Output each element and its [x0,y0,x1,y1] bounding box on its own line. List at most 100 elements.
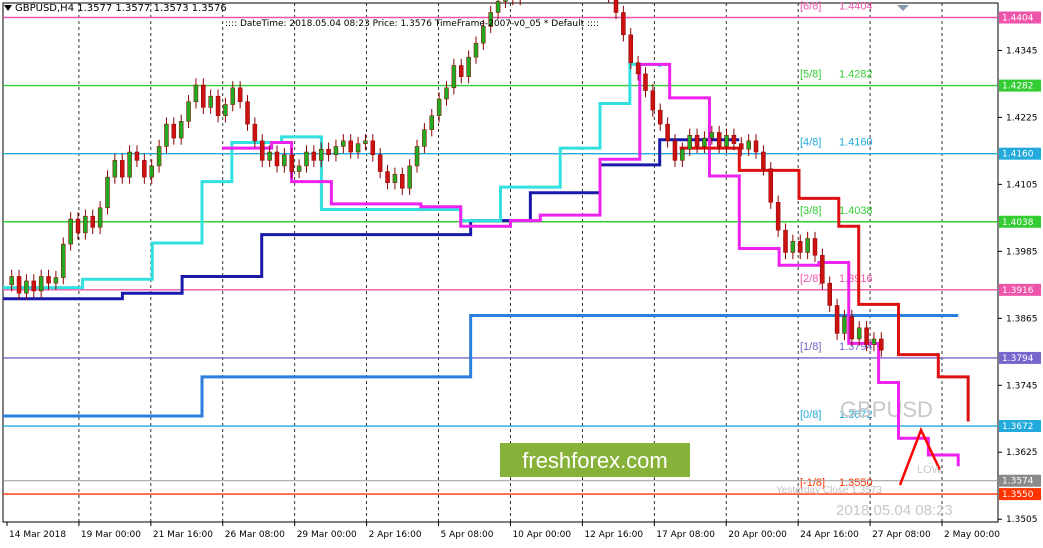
candle-body [702,137,707,147]
candle-body [260,140,265,161]
candle-body [38,276,44,292]
candle-body [657,109,663,125]
yesterday-close: Yesterday Close 1.3573 [776,485,882,496]
candle-body [790,241,796,253]
murrey-value: 1.4282 [839,69,873,81]
y-tick-label: 1.3865 [1006,314,1038,324]
candle-body [245,101,250,125]
candle-body [311,151,317,161]
candle-body [267,151,272,161]
candle-body [193,84,199,103]
candle-body [208,95,213,108]
candle-body [355,143,361,153]
candle-body [105,176,110,209]
candle-body [643,73,648,91]
y-tick-label: 1.3985 [1006,247,1038,257]
y-tick-label: 1.3505 [1006,515,1038,525]
candle-body [149,165,154,178]
price-tag-text: 1.3794 [1002,354,1034,364]
x-tick-label: 24 Apr 16:00 [800,530,859,540]
collapse-triangle-icon[interactable] [4,5,12,11]
candle-body [753,140,759,153]
candle-body [363,140,368,144]
candle-body [274,151,280,167]
candle-body [687,135,692,150]
candle-body [761,151,766,169]
candle-body [783,229,788,253]
candle-body [797,241,803,253]
murrey-label: [2/8] [800,273,821,285]
x-tick-label: 26 Mar 08:00 [225,530,285,540]
candle-body [318,148,324,161]
candle-body [709,132,715,139]
candle-body [31,280,37,292]
x-tick-label: 17 Apr 08:00 [656,530,715,540]
candle-body [407,165,412,189]
candle-body [171,123,177,139]
candle-body [83,215,88,234]
murrey-label: [0/8] [800,409,821,421]
candle-body [333,146,339,156]
candle-body [392,174,398,183]
candle-body [223,104,228,116]
candle-body [451,65,457,89]
candle-body [304,151,309,167]
candle-body [680,148,685,161]
candle-body [429,115,435,130]
candle-body [385,171,390,183]
symbol-info: GBPUSD,H4 1.3577 1.3577 1.3573 1.3576 [15,3,227,14]
y-tick-label: 1.4105 [1006,180,1038,190]
x-tick-label: 29 Mar 00:00 [297,530,357,540]
candle-body [156,146,162,167]
candle-body [326,148,331,156]
candle-body [289,154,294,172]
murrey-label: [4/8] [800,137,821,149]
candle-body [672,140,678,161]
candle-body [812,238,818,256]
candle-body [805,238,810,253]
price-tag-text: 1.4282 [1002,82,1034,92]
candle-body [341,140,346,147]
y-tick-label: 1.4225 [1006,113,1038,123]
murrey-label: [5/8] [800,69,821,81]
candle-body [864,327,869,345]
candle-body [768,168,774,203]
candle-body [871,338,877,345]
candle-body [9,276,14,286]
watermark-datetime: 2018.05.04 08:23 [836,502,953,519]
x-tick-label: 12 Apr 16:00 [584,530,643,540]
x-tick-label: 27 Apr 08:00 [872,530,931,540]
candle-body [178,121,184,139]
murrey-label: [6/8] [800,1,821,13]
candle-body [186,101,191,122]
candle-body [282,154,287,167]
candle-body [665,123,670,142]
x-tick-label: 2 May 00:00 [944,530,1000,540]
candle-body [503,0,508,2]
candle-body [628,34,633,63]
candle-body [134,151,140,161]
candle-body [53,277,59,284]
x-tick-label: 19 Mar 00:00 [81,530,141,540]
candle-body [24,280,29,294]
candle-body [856,327,862,340]
candle-body [237,87,243,103]
candle-body [849,316,855,340]
candle-body [466,56,471,77]
price-tag-text: 1.4160 [1002,150,1034,160]
candle-body [473,42,479,58]
y-tick-label: 1.3745 [1006,381,1038,391]
murrey-value: 1.4038 [839,205,873,217]
candle-body [348,140,353,153]
candle-body [827,282,832,306]
candle-body [694,135,700,147]
candle-body [112,160,118,178]
x-tick-label: 20 Apr 00:00 [728,530,787,540]
candle-body [296,165,302,172]
x-tick-label: 21 Mar 16:00 [153,530,213,540]
forex-chart[interactable]: [6/8] 1.4404 [5/8] 1.4282 [4/8] 1.4160 [3/8] 1.… [0,0,1043,548]
current-price-text: 1.3574 [1002,477,1034,487]
candle-body [252,123,258,142]
candle-body [370,140,376,156]
candle-body [650,90,656,111]
